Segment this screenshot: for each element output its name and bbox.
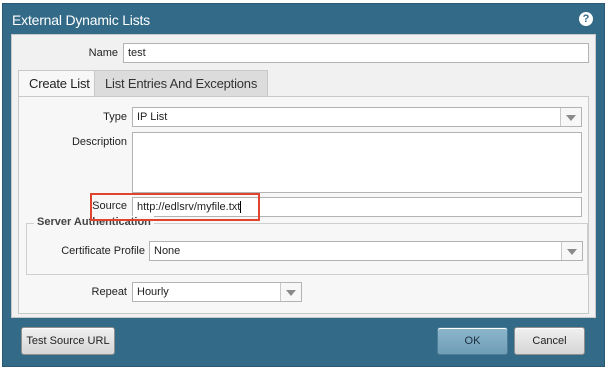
- tab-list-entries-and-exceptions[interactable]: List Entries And Exceptions: [94, 70, 269, 97]
- description-textarea[interactable]: [132, 132, 582, 193]
- external-dynamic-lists-dialog: External Dynamic Lists ? Name test Creat…: [2, 3, 605, 367]
- chevron-down-icon: [560, 108, 581, 126]
- certificate-profile-select[interactable]: None: [149, 241, 583, 261]
- certificate-profile-value: None: [154, 245, 181, 257]
- type-label: Type: [103, 111, 127, 123]
- cancel-button[interactable]: Cancel: [514, 327, 585, 355]
- type-select-value: IP List: [137, 111, 168, 123]
- chevron-down-icon: [561, 242, 582, 260]
- tab-create-list[interactable]: Create List: [18, 70, 101, 97]
- chevron-down-icon: [280, 283, 301, 301]
- dialog-body: Name test Create List List Entries And E…: [11, 34, 596, 318]
- name-input[interactable]: test: [123, 43, 589, 63]
- repeat-select-value: Hourly: [137, 286, 169, 298]
- description-label: Description: [71, 136, 127, 148]
- name-label: Name: [88, 47, 118, 59]
- repeat-label: Repeat: [91, 286, 127, 298]
- repeat-select[interactable]: Hourly: [132, 282, 302, 302]
- source-highlight-box: [90, 193, 260, 221]
- test-source-url-button[interactable]: Test Source URL: [21, 327, 115, 355]
- ok-button[interactable]: OK: [437, 327, 508, 355]
- dialog-title: External Dynamic Lists: [12, 12, 150, 28]
- help-icon[interactable]: ?: [579, 12, 593, 26]
- server-authentication-group: Certificate Profile None: [26, 223, 588, 275]
- certificate-profile-label: Certificate Profile: [61, 245, 145, 257]
- type-select[interactable]: IP List: [132, 107, 582, 127]
